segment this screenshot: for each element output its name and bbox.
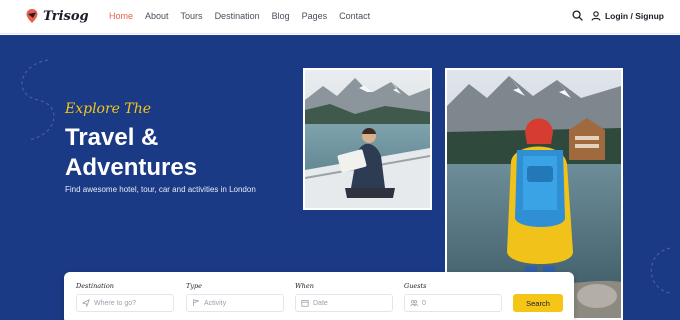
- hero-image-lake-boat: [303, 68, 432, 210]
- dashed-circle-decoration-icon: [650, 247, 671, 294]
- guests-label: Guests: [404, 282, 427, 290]
- guests-field: Guests 0: [404, 282, 502, 312]
- brand-logo[interactable]: Trisog: [25, 8, 89, 24]
- destination-label: Destination: [76, 282, 114, 290]
- nav-item-blog[interactable]: Blog: [272, 11, 290, 21]
- hero-section: Explore The Travel & Adventures Find awe…: [0, 35, 680, 320]
- guests-input[interactable]: 0: [404, 294, 502, 312]
- map-pin-logo-icon: [26, 9, 38, 23]
- login-signup-label: Login / Signup: [604, 10, 664, 21]
- nav-item-home[interactable]: Home: [109, 11, 133, 21]
- search-icon[interactable]: [572, 10, 583, 21]
- when-label: When: [295, 282, 314, 290]
- brand-name: Trisog: [43, 8, 89, 24]
- main-menu: Home About Tours Destination Blog Pages …: [109, 11, 370, 21]
- destination-input[interactable]: Where to go?: [76, 294, 174, 312]
- calendar-icon: [301, 300, 309, 307]
- nav-actions: Login / Signup: [572, 10, 664, 21]
- type-field: Type Activity: [186, 282, 284, 312]
- user-icon: [591, 10, 601, 21]
- login-signup-link[interactable]: Login / Signup: [591, 11, 664, 21]
- type-placeholder: Activity: [204, 299, 227, 307]
- nav-item-pages[interactable]: Pages: [302, 11, 328, 21]
- when-field: When Date: [295, 282, 393, 312]
- flag-icon: [193, 299, 200, 307]
- when-input[interactable]: Date: [295, 294, 393, 312]
- guests-placeholder: 0: [422, 299, 426, 307]
- nav-item-tours[interactable]: Tours: [181, 11, 203, 21]
- hero-subtitle: Find awesome hotel, tour, car and activi…: [65, 185, 256, 194]
- top-navbar: Trisog Home About Tours Destination Blog…: [0, 0, 680, 34]
- send-icon: [82, 299, 90, 307]
- destination-placeholder: Where to go?: [94, 299, 137, 307]
- guests-icon: [410, 300, 418, 307]
- dashed-route-decoration-icon: [21, 59, 55, 141]
- hero-title: Travel & Adventures: [65, 124, 198, 181]
- hero-tagline: Explore The: [65, 101, 152, 117]
- nav-item-contact[interactable]: Contact: [339, 11, 370, 21]
- type-label: Type: [186, 282, 203, 290]
- search-button[interactable]: Search: [513, 294, 563, 312]
- nav-item-about[interactable]: About: [145, 11, 169, 21]
- when-placeholder: Date: [313, 299, 328, 307]
- nav-item-destination[interactable]: Destination: [215, 11, 260, 21]
- type-input[interactable]: Activity: [186, 294, 284, 312]
- destination-field: Destination Where to go?: [76, 282, 174, 312]
- search-panel: Destination Where to go? Type Activity W…: [64, 272, 574, 320]
